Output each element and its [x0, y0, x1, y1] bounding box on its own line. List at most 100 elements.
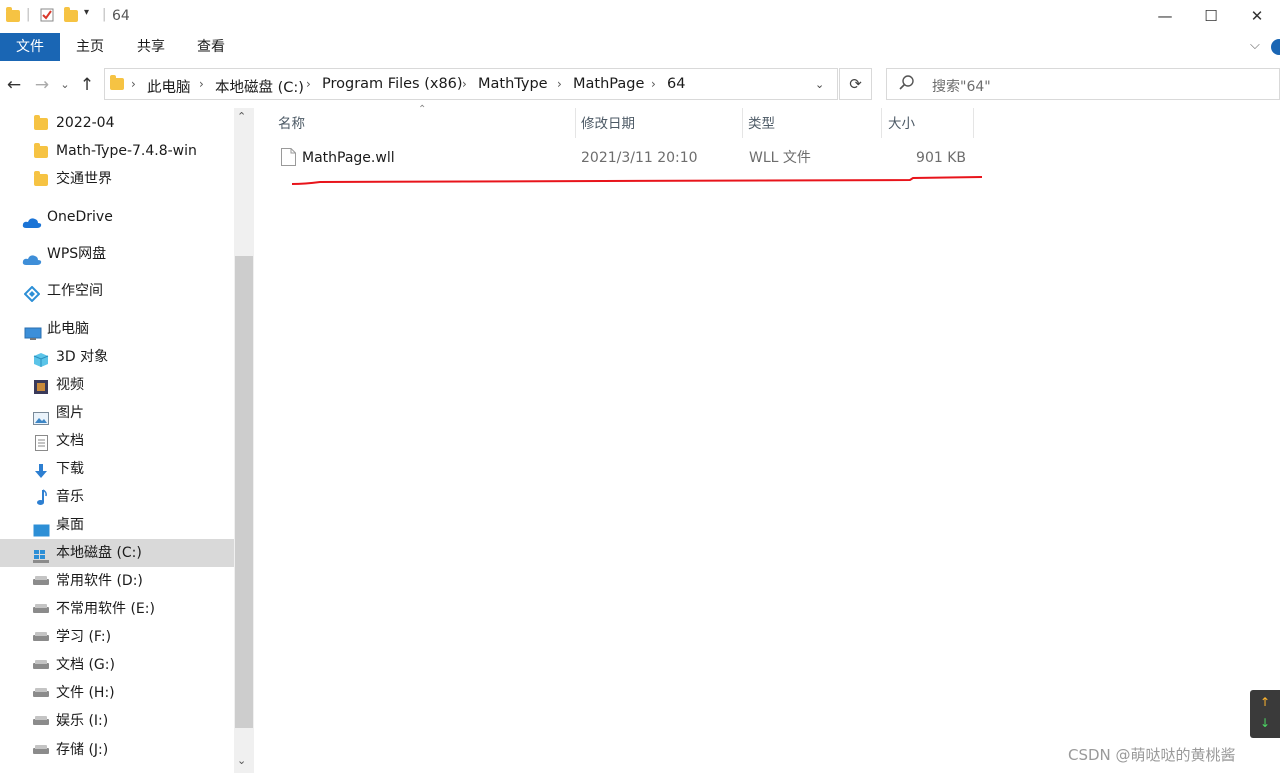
sidebar-item-this-pc[interactable]: 此电脑: [0, 315, 234, 343]
column-header-type[interactable]: 类型: [748, 115, 775, 139]
help-icon[interactable]: [1271, 39, 1280, 55]
sidebar-item-label: 常用软件 (D:): [56, 573, 143, 589]
sidebar-item-drive-f[interactable]: 学习 (F:): [0, 623, 234, 651]
sidebar-item-music[interactable]: 音乐: [0, 483, 234, 511]
customize-toolbar-icon[interactable]: ▾: [84, 7, 89, 18]
tab-view[interactable]: 查看: [183, 33, 239, 61]
search-icon: [898, 74, 916, 96]
sidebar-item-label: 此电脑: [47, 321, 89, 337]
download-arrow-icon: ↓: [1260, 716, 1271, 730]
column-header-size[interactable]: 大小: [888, 115, 915, 139]
sidebar-item-drive-c[interactable]: 本地磁盘 (C:): [0, 539, 234, 567]
column-header-modified[interactable]: 修改日期: [581, 115, 635, 139]
column-divider[interactable]: [881, 108, 882, 138]
breadcrumb-mathtype[interactable]: MathType: [478, 76, 548, 92]
sidebar-item-label: 娱乐 (I:): [56, 713, 109, 729]
chevron-right-icon[interactable]: ›: [199, 77, 204, 91]
sidebar-item-label: 音乐: [56, 489, 84, 505]
sidebar-item-label: 视频: [56, 377, 84, 393]
sidebar-item-drive-h[interactable]: 文件 (H:): [0, 679, 234, 707]
network-speed-widget: ↑ ↓: [1250, 690, 1280, 738]
sidebar-item-label: WPS网盘: [47, 246, 107, 262]
sidebar-item-3d-objects[interactable]: 3D 对象: [0, 343, 234, 371]
red-underline-annotation: [291, 176, 983, 185]
chevron-right-icon[interactable]: ›: [651, 77, 656, 91]
sidebar-item-drive-e[interactable]: 不常用软件 (E:): [0, 595, 234, 623]
sidebar-item-onedrive[interactable]: OneDrive: [0, 203, 234, 231]
divider: |: [26, 7, 31, 22]
sidebar-item-drive-g[interactable]: 文档 (G:): [0, 651, 234, 679]
breadcrumb-this-pc[interactable]: 此电脑: [147, 76, 191, 97]
column-divider[interactable]: [742, 108, 743, 138]
breadcrumb-drive-c[interactable]: 本地磁盘 (C:): [215, 76, 304, 97]
breadcrumb-64[interactable]: 64: [667, 76, 685, 92]
watermark-text: CSDN @萌哒哒的黄桃酱: [1068, 746, 1236, 764]
chevron-right-icon[interactable]: ›: [557, 77, 562, 91]
sidebar-item-drive-i[interactable]: 娱乐 (I:): [0, 707, 234, 735]
sidebar-item-label: 本地磁盘 (C:): [56, 545, 142, 561]
file-name[interactable]: MathPage.wll: [302, 149, 395, 167]
tab-share[interactable]: 共享: [123, 33, 179, 61]
breadcrumb-mathpage[interactable]: MathPage: [573, 76, 644, 92]
sidebar-item-drive-d[interactable]: 常用软件 (D:): [0, 567, 234, 595]
sidebar-item-label: 不常用软件 (E:): [56, 601, 155, 617]
column-header-name[interactable]: 名称: [278, 115, 305, 139]
maximize-button[interactable]: ☐: [1188, 0, 1234, 32]
sidebar-item-2022-04[interactable]: 2022-04: [0, 109, 234, 137]
column-divider[interactable]: [575, 108, 576, 138]
chevron-down-icon[interactable]: ⌄: [815, 78, 824, 91]
tab-home[interactable]: 主页: [62, 33, 118, 61]
workspace-icon: [23, 284, 41, 312]
scrollbar-thumb[interactable]: [235, 256, 253, 728]
chevron-right-icon[interactable]: ›: [462, 77, 467, 91]
search-input[interactable]: 搜索"64": [932, 76, 991, 96]
sidebar-item-label: 文档: [56, 433, 84, 449]
sidebar-item-label: Math-Type-7.4.8-win: [56, 143, 197, 159]
breadcrumb-program-files[interactable]: Program Files (x86): [322, 76, 463, 92]
sidebar-item-desktop[interactable]: 桌面: [0, 511, 234, 539]
scroll-down-icon[interactable]: ⌄: [237, 754, 246, 767]
chevron-right-icon[interactable]: ›: [306, 77, 311, 91]
back-icon[interactable]: ←: [4, 70, 24, 100]
sidebar-item-label: 2022-04: [56, 115, 115, 131]
close-button[interactable]: ✕: [1234, 0, 1280, 32]
sidebar-item-label: 交通世界: [56, 171, 112, 187]
divider: |: [102, 7, 107, 22]
expand-ribbon-icon[interactable]: ⌵: [1250, 38, 1260, 53]
new-folder-icon[interactable]: [62, 7, 78, 22]
minimize-button[interactable]: —: [1142, 0, 1188, 32]
title-bar: [0, 0, 1280, 32]
sidebar-item-math-type[interactable]: Math-Type-7.4.8-win: [0, 137, 234, 165]
tab-file[interactable]: 文件: [0, 33, 60, 61]
cloud-icon: [22, 248, 42, 276]
recent-locations-icon[interactable]: ⌄: [58, 70, 72, 100]
sidebar-item-label: 文件 (H:): [56, 685, 115, 701]
sidebar-item-label: OneDrive: [47, 209, 113, 225]
window-title: 64: [112, 8, 130, 24]
file-icon: [281, 148, 296, 170]
sidebar-item-label: 3D 对象: [56, 349, 109, 365]
sidebar-item-videos[interactable]: 视频: [0, 371, 234, 399]
file-size: 901 KB: [916, 150, 966, 166]
sort-ascending-icon: ⌃: [418, 104, 427, 115]
forward-icon[interactable]: →: [32, 70, 52, 100]
properties-icon[interactable]: [40, 8, 54, 22]
up-icon[interactable]: ↑: [76, 70, 98, 100]
sidebar-item-drive-j[interactable]: 存储 (J:): [0, 736, 234, 764]
sidebar-item-downloads[interactable]: 下载: [0, 455, 234, 483]
file-modified: 2021/3/11 20:10: [581, 150, 698, 166]
sidebar-item-documents[interactable]: 文档: [0, 427, 234, 455]
chevron-right-icon: ›: [131, 77, 136, 91]
sidebar-item-jiaotong[interactable]: 交通世界: [0, 165, 234, 193]
sidebar-item-pictures[interactable]: 图片: [0, 399, 234, 427]
refresh-button[interactable]: ⟳: [839, 68, 872, 100]
sidebar-item-label: 图片: [56, 405, 84, 421]
scroll-up-icon[interactable]: ⌃: [237, 110, 246, 123]
sidebar-item-wps[interactable]: WPS网盘: [0, 240, 234, 268]
sidebar-item-workspace[interactable]: 工作空间: [0, 277, 234, 305]
sidebar-item-label: 学习 (F:): [56, 629, 112, 645]
cloud-icon: [22, 211, 42, 239]
column-divider[interactable]: [973, 108, 974, 138]
sidebar-item-label: 文档 (G:): [56, 657, 115, 673]
sidebar-item-label: 桌面: [56, 517, 84, 533]
